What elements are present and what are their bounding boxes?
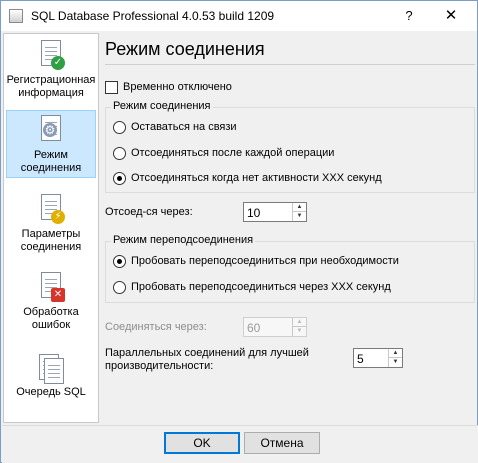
reconnect-after-label: Пробовать переподсоединиться через XXX с…: [131, 281, 391, 293]
stay-connected-label: Оставаться на связи: [131, 121, 237, 133]
close-button[interactable]: ✕: [431, 4, 471, 28]
disconnect-after-each-radio[interactable]: [113, 147, 126, 160]
disconnect-after-label: Отсоед-ся через:: [105, 206, 193, 218]
spin-up-button[interactable]: ▲: [293, 203, 306, 212]
connection-params-page-icon: ⚡: [37, 194, 65, 226]
sidebar-item-connection-params[interactable]: ⚡ Параметры соединения: [6, 194, 96, 258]
ok-button[interactable]: OK: [164, 432, 240, 454]
connect-after-value: 60: [247, 321, 261, 335]
title-divider: [105, 64, 475, 65]
connect-after-label: Соединяться через:: [105, 321, 207, 333]
disconnect-after-value: 10: [247, 206, 261, 220]
connect-after-stepper[interactable]: 60 ▲ ▼: [243, 317, 307, 337]
sidebar: ✓ Регистрационная информация ⚙ Режим сое…: [3, 33, 99, 423]
cancel-button[interactable]: Отмена: [244, 432, 320, 454]
parallel-connections-value: 5: [357, 352, 364, 366]
disconnect-after-each-label: Отсоединяться после каждой операции: [131, 147, 335, 159]
connection-mode-gear-icon: ⚙: [37, 115, 65, 147]
registration-page-check-icon: ✓: [37, 40, 65, 72]
dialog-window: SQL Database Professional 4.0.53 build 1…: [0, 0, 478, 463]
sidebar-item-error-handling[interactable]: ✕ Обработка ошибок: [6, 272, 96, 336]
stay-connected-radio[interactable]: [113, 121, 126, 134]
error-handling-page-icon: ✕: [37, 272, 65, 304]
temp-disabled-label: Временно отключено: [123, 81, 232, 93]
disconnect-idle-radio[interactable]: [113, 172, 126, 185]
sidebar-item-connection-mode[interactable]: ⚙ Режим соединения: [6, 110, 96, 178]
spin-up-button[interactable]: ▲: [293, 318, 306, 327]
reconnect-when-needed-radio[interactable]: [113, 255, 126, 268]
reconnect-when-needed-label: Пробовать переподсоединиться при необход…: [131, 255, 399, 267]
disconnect-idle-label: Отсоединяться когда нет активности XXX с…: [131, 172, 382, 184]
spin-down-button[interactable]: ▼: [389, 358, 402, 367]
sql-queue-icon: [37, 352, 65, 384]
dialog-footer: OK Отмена: [2, 425, 478, 463]
spin-down-button[interactable]: ▼: [293, 212, 306, 221]
page-title: Режим соединения: [105, 39, 265, 59]
sidebar-item-label: Регистрационная информация: [6, 74, 96, 99]
connection-mode-caption: Режим соединения: [111, 100, 213, 112]
sidebar-item-label: Обработка ошибок: [23, 306, 79, 331]
title-bar[interactable]: SQL Database Professional 4.0.53 build 1…: [1, 1, 477, 31]
sidebar-item-label: Режим соединения: [20, 149, 82, 174]
sidebar-item-sql-queue[interactable]: Очередь SQL: [6, 352, 96, 404]
app-icon: [9, 9, 23, 23]
reconnect-mode-group: [105, 241, 475, 303]
sidebar-item-registration[interactable]: ✓ Регистрационная информация: [6, 40, 96, 104]
parallel-connections-stepper[interactable]: 5 ▲ ▼: [353, 348, 403, 368]
parallel-connections-label: Параллельных соединений для лучшей произ…: [105, 347, 309, 372]
spin-down-button[interactable]: ▼: [293, 327, 306, 336]
spin-up-button[interactable]: ▲: [389, 349, 402, 358]
window-title: SQL Database Professional 4.0.53 build 1…: [31, 9, 275, 23]
temp-disabled-checkbox[interactable]: [105, 81, 118, 94]
help-button[interactable]: ?: [397, 4, 421, 28]
reconnect-mode-caption: Режим переподсоединения: [111, 234, 256, 246]
sidebar-item-label: Параметры соединения: [20, 228, 82, 253]
sidebar-item-label: Очередь SQL: [16, 386, 86, 398]
reconnect-after-radio[interactable]: [113, 281, 126, 294]
disconnect-after-stepper[interactable]: 10 ▲ ▼: [243, 202, 307, 222]
